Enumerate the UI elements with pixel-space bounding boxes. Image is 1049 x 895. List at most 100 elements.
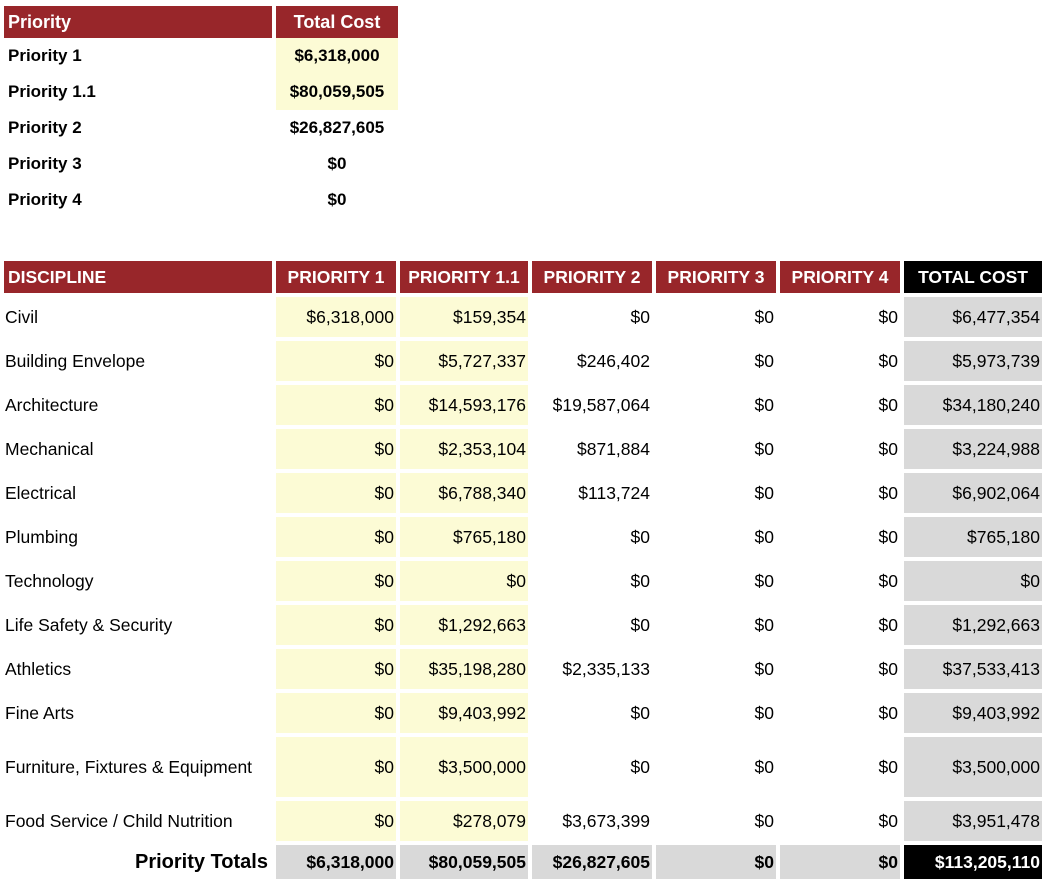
table-row: Civil $6,318,000 $159,354 $0 $0 $0 $6,47…: [4, 297, 1042, 341]
total-priority-2: $26,827,605: [532, 845, 652, 879]
cell-priority-2: $0: [532, 605, 652, 649]
header-priority-1: PRIORITY 1: [276, 261, 396, 293]
cell-priority-1: $0: [276, 517, 396, 561]
cell-priority-2: $2,335,133: [532, 649, 652, 693]
cell-total-cost: $765,180: [904, 517, 1042, 561]
cell-priority-1-1: $278,079: [400, 801, 528, 845]
cell-priority-3: $0: [656, 517, 776, 561]
summary-row-label: Priority 1: [8, 46, 82, 65]
discipline-name: Life Safety & Security: [4, 605, 272, 649]
discipline-name: Athletics: [4, 649, 272, 693]
cell-priority-4: $0: [780, 297, 900, 341]
discipline-header-row: DISCIPLINE PRIORITY 1 PRIORITY 1.1 PRIOR…: [4, 261, 1042, 293]
summary-header-priority: Priority: [4, 6, 272, 38]
discipline-name: Plumbing: [4, 517, 272, 561]
summary-header-total-cost: Total Cost: [276, 6, 398, 38]
summary-row: Priority 4 $0: [4, 182, 398, 218]
cell-priority-2: $3,673,399: [532, 801, 652, 845]
total-priority-4: $0: [780, 845, 900, 879]
summary-row-cost: $80,059,505: [276, 74, 398, 110]
cell-priority-1: $0: [276, 385, 396, 429]
table-row: Athletics $0 $35,198,280 $2,335,133 $0 $…: [4, 649, 1042, 693]
cell-priority-2: $0: [532, 561, 652, 605]
priority-totals-label: Priority Totals: [135, 850, 268, 873]
cell-priority-4: $0: [780, 341, 900, 385]
discipline-name: Electrical: [4, 473, 272, 517]
cell-priority-4: $0: [780, 473, 900, 517]
summary-row: Priority 2 $26,827,605: [4, 110, 398, 146]
discipline-name: Fine Arts: [4, 693, 272, 737]
summary-row: Priority 1 $6,318,000: [4, 38, 398, 74]
header-priority-1-1: PRIORITY 1.1: [400, 261, 528, 293]
cell-priority-1-1: $2,353,104: [400, 429, 528, 473]
cell-priority-3: $0: [656, 737, 776, 801]
header-priority-2: PRIORITY 2: [532, 261, 652, 293]
header-priority-4: PRIORITY 4: [780, 261, 900, 293]
total-priority-1: $6,318,000: [276, 845, 396, 879]
table-row: Plumbing $0 $765,180 $0 $0 $0 $765,180: [4, 517, 1042, 561]
cell-priority-3: $0: [656, 605, 776, 649]
cell-priority-1-1: $14,593,176: [400, 385, 528, 429]
discipline-name: Mechanical: [4, 429, 272, 473]
table-row: Technology $0 $0 $0 $0 $0 $0: [4, 561, 1042, 605]
cell-priority-3: $0: [656, 693, 776, 737]
summary-row-label: Priority 2: [8, 118, 82, 137]
summary-row-cost: $0: [327, 154, 347, 173]
cell-total-cost: $0: [904, 561, 1042, 605]
cell-priority-2: $0: [532, 517, 652, 561]
cell-priority-1-1: $1,292,663: [400, 605, 528, 649]
cell-priority-1: $0: [276, 737, 396, 801]
summary-row-label: Priority 1.1: [8, 82, 96, 101]
cell-total-cost: $6,902,064: [904, 473, 1042, 517]
cell-priority-2: $0: [532, 737, 652, 801]
table-row: Food Service / Child Nutrition $0 $278,0…: [4, 801, 1042, 845]
cell-priority-1: $0: [276, 649, 396, 693]
discipline-cost-table: DISCIPLINE PRIORITY 1 PRIORITY 1.1 PRIOR…: [4, 261, 1042, 879]
cell-priority-4: $0: [780, 801, 900, 845]
cell-priority-4: $0: [780, 649, 900, 693]
header-total-cost: TOTAL COST: [904, 261, 1042, 293]
cell-priority-1-1: $765,180: [400, 517, 528, 561]
cell-total-cost: $6,477,354: [904, 297, 1042, 341]
cell-priority-1-1: $3,500,000: [400, 737, 528, 801]
cell-priority-1-1: $5,727,337: [400, 341, 528, 385]
discipline-name: Technology: [4, 561, 272, 605]
cell-priority-4: $0: [780, 517, 900, 561]
cell-priority-1: $0: [276, 561, 396, 605]
table-row: Building Envelope $0 $5,727,337 $246,402…: [4, 341, 1042, 385]
cell-priority-2: $19,587,064: [532, 385, 652, 429]
cell-priority-4: $0: [780, 561, 900, 605]
cell-priority-3: $0: [656, 429, 776, 473]
priority-summary-table: Priority Total Cost Priority 1 $6,318,00…: [4, 6, 398, 218]
discipline-name: Furniture, Fixtures & Equipment: [4, 737, 272, 801]
discipline-name: Architecture: [4, 385, 272, 429]
cell-priority-1: $0: [276, 473, 396, 517]
cell-priority-3: $0: [656, 473, 776, 517]
cell-priority-1-1: $6,788,340: [400, 473, 528, 517]
table-row: Architecture $0 $14,593,176 $19,587,064 …: [4, 385, 1042, 429]
cell-total-cost: $1,292,663: [904, 605, 1042, 649]
cell-priority-4: $0: [780, 605, 900, 649]
priority-totals-row: Priority Totals $6,318,000 $80,059,505 $…: [4, 845, 1042, 879]
cell-priority-1-1: $9,403,992: [400, 693, 528, 737]
cell-priority-2: $871,884: [532, 429, 652, 473]
table-row: Electrical $0 $6,788,340 $113,724 $0 $0 …: [4, 473, 1042, 517]
cell-total-cost: $3,500,000: [904, 737, 1042, 801]
cell-priority-1: $0: [276, 693, 396, 737]
summary-row-label: Priority 4: [8, 190, 82, 209]
total-priority-1-1: $80,059,505: [400, 845, 528, 879]
summary-row-cost: $6,318,000: [276, 38, 398, 74]
cell-priority-1: $0: [276, 341, 396, 385]
cell-priority-3: $0: [656, 649, 776, 693]
cell-priority-3: $0: [656, 385, 776, 429]
table-row: Furniture, Fixtures & Equipment $0 $3,50…: [4, 737, 1042, 801]
cell-priority-4: $0: [780, 693, 900, 737]
cell-priority-4: $0: [780, 737, 900, 801]
cell-priority-1: $0: [276, 429, 396, 473]
cell-total-cost: $9,403,992: [904, 693, 1042, 737]
cell-priority-3: $0: [656, 801, 776, 845]
cell-priority-3: $0: [656, 297, 776, 341]
cell-priority-4: $0: [780, 429, 900, 473]
discipline-name: Civil: [4, 297, 272, 341]
cell-priority-1-1: $159,354: [400, 297, 528, 341]
